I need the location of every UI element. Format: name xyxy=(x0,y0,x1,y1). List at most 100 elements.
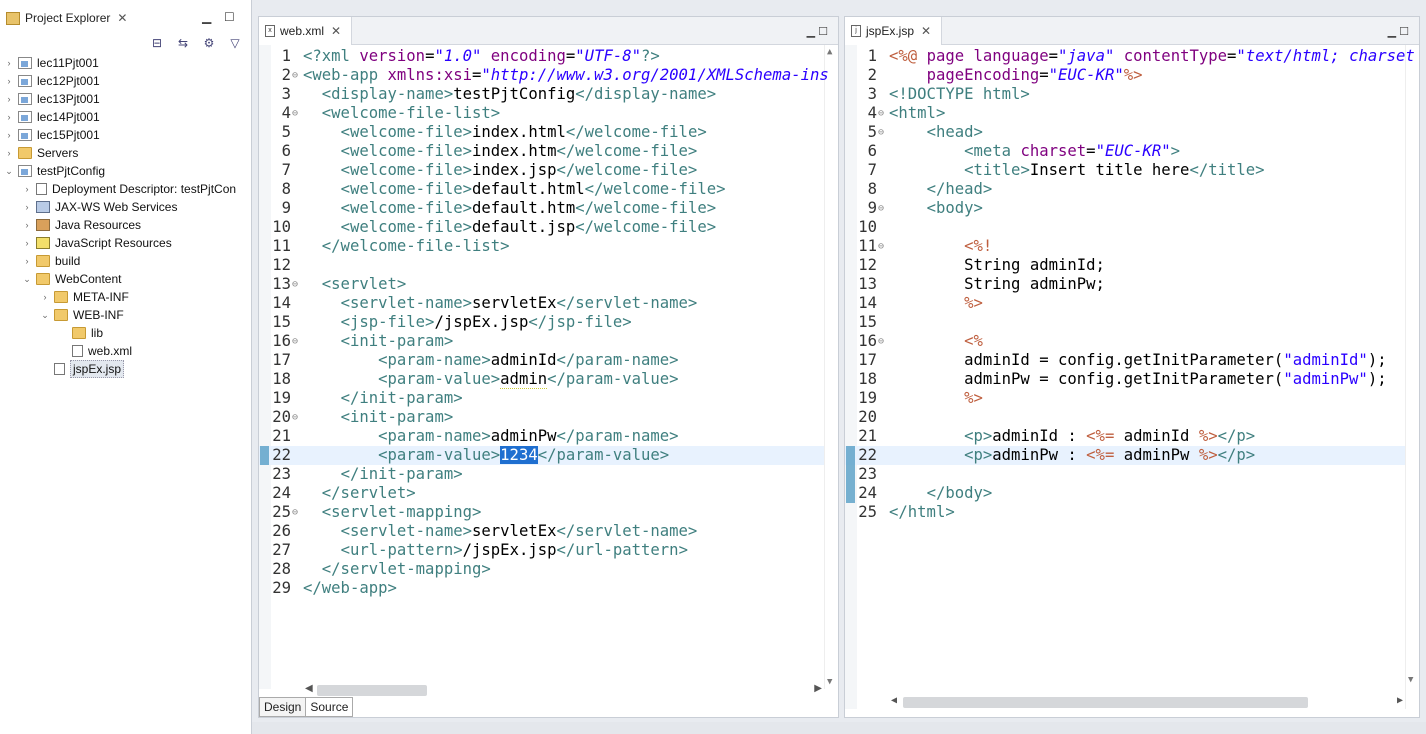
code-line[interactable]: 19 %> xyxy=(845,389,1405,408)
code-line[interactable]: 26 <servlet-name>servletEx</servlet-name… xyxy=(259,522,824,541)
minimize-icon[interactable]: ▁ xyxy=(202,10,211,24)
code-line[interactable]: 29 </web-app> xyxy=(259,579,824,598)
fold-toggle-icon[interactable]: ⊖ xyxy=(292,275,298,294)
code-line[interactable]: 5 <welcome-file>index.html</welcome-file… xyxy=(259,123,824,142)
tree-item[interactable]: lib xyxy=(0,324,252,342)
close-icon[interactable]: ✕ xyxy=(117,11,127,25)
fold-toggle-icon[interactable]: ⊖ xyxy=(878,332,884,351)
fold-toggle-icon[interactable]: ⊖ xyxy=(292,503,298,522)
code-line[interactable]: 4 ⊖ <html> xyxy=(845,104,1405,123)
code-line[interactable]: 7 <welcome-file>index.jsp</welcome-file> xyxy=(259,161,824,180)
code-line[interactable]: 21 <param-name>adminPw</param-name> xyxy=(259,427,824,446)
code-line[interactable]: 19 </init-param> xyxy=(259,389,824,408)
code-line[interactable]: 23 </init-param> xyxy=(259,465,824,484)
code-line[interactable]: 9 <welcome-file>default.htm</welcome-fil… xyxy=(259,199,824,218)
code-line[interactable]: 13 ⊖ <servlet> xyxy=(259,275,824,294)
code-line[interactable]: 11 ⊖ <%! xyxy=(845,237,1405,256)
chevron-right-icon[interactable]: › xyxy=(22,220,32,230)
fold-toggle-icon[interactable]: ⊖ xyxy=(878,237,884,256)
chevron-right-icon[interactable]: › xyxy=(4,112,14,122)
horizontal-scrollbar[interactable]: ◀ ▶ xyxy=(889,695,1405,709)
chevron-right-icon[interactable]: › xyxy=(4,58,14,68)
code-line[interactable]: 27 <url-pattern>/jspEx.jsp</url-pattern> xyxy=(259,541,824,560)
code-line[interactable]: 20 xyxy=(845,408,1405,427)
code-line[interactable]: 1 <%@ page language="java" contentType="t… xyxy=(845,47,1415,66)
code-line[interactable]: 6 <meta charset="EUC-KR"> xyxy=(845,142,1405,161)
tree-item[interactable]: › META-INF xyxy=(0,288,252,306)
scroll-down-icon[interactable]: ▼ xyxy=(827,677,832,687)
design-tab[interactable]: Design xyxy=(259,697,307,717)
chevron-down-icon[interactable]: ⌄ xyxy=(22,274,32,285)
fold-toggle-icon[interactable]: ⊖ xyxy=(292,332,298,351)
vertical-scrollbar[interactable]: ▼ xyxy=(1405,45,1419,709)
code-line[interactable]: 17 adminId = config.getInitParameter("ad… xyxy=(845,351,1405,370)
chevron-down-icon[interactable]: ⌄ xyxy=(40,310,50,321)
web-xml-tab[interactable]: x web.xml ✕ xyxy=(259,17,353,45)
code-line[interactable]: 16 ⊖ <% xyxy=(845,332,1405,351)
tree-item[interactable]: › lec15Pjt001 xyxy=(0,126,252,144)
code-line[interactable]: 24 </body> xyxy=(845,484,1405,503)
chevron-right-icon[interactable]: › xyxy=(4,94,14,104)
fold-toggle-icon[interactable]: ⊖ xyxy=(878,104,884,123)
code-line[interactable]: 24 </servlet> xyxy=(259,484,824,503)
fold-toggle-icon[interactable]: ⊖ xyxy=(878,123,884,142)
tree-item[interactable]: › Java Resources xyxy=(0,216,252,234)
scroll-left-icon[interactable]: ◀ xyxy=(891,695,897,706)
tree-item[interactable]: › Servers xyxy=(0,144,252,162)
chevron-right-icon[interactable]: › xyxy=(4,130,14,140)
code-area[interactable]: ▲ ▼ 1 <?xml version="1.0" encoding="UTF-8… xyxy=(259,45,838,689)
code-line[interactable]: 12 String adminId; xyxy=(845,256,1405,275)
code-line[interactable]: 6 <welcome-file>index.htm</welcome-file> xyxy=(259,142,824,161)
code-line[interactable]: 8 <welcome-file>default.html</welcome-fi… xyxy=(259,180,824,199)
code-line[interactable]: 14 %> xyxy=(845,294,1405,313)
chevron-right-icon[interactable]: › xyxy=(22,238,32,248)
tree-item[interactable]: › lec13Pjt001 xyxy=(0,90,252,108)
code-line[interactable]: 28 </servlet-mapping> xyxy=(259,560,824,579)
close-icon[interactable]: ✕ xyxy=(921,24,931,38)
chevron-right-icon[interactable]: › xyxy=(4,148,14,158)
fold-toggle-icon[interactable]: ⊖ xyxy=(292,66,298,85)
link-with-editor-icon[interactable]: ⇆ xyxy=(175,36,191,50)
fold-toggle-icon[interactable]: ⊖ xyxy=(292,104,298,123)
scroll-down-icon[interactable]: ▼ xyxy=(1408,675,1413,685)
collapse-all-icon[interactable]: ⊟ xyxy=(149,36,165,50)
code-line[interactable]: 20 ⊖ <init-param> xyxy=(259,408,824,427)
code-line[interactable]: 10 <welcome-file>default.jsp</welcome-fi… xyxy=(259,218,824,237)
tree-item[interactable]: ⌄ testPjtConfig xyxy=(0,162,252,180)
code-line[interactable]: 22 <p>adminPw : <%= adminPw %></p> xyxy=(845,446,1405,465)
code-line[interactable]: 15 xyxy=(845,313,1405,332)
code-line[interactable]: 16 ⊖ <init-param> xyxy=(259,332,824,351)
code-line[interactable]: 3 <!DOCTYPE html> xyxy=(845,85,1405,104)
scroll-up-icon[interactable]: ▲ xyxy=(827,47,832,57)
chevron-right-icon[interactable]: › xyxy=(4,76,14,86)
code-line[interactable]: 1 <?xml version="1.0" encoding="UTF-8"?> xyxy=(259,47,824,66)
code-line[interactable]: 21 <p>adminId : <%= adminId %></p> xyxy=(845,427,1405,446)
chevron-right-icon[interactable]: › xyxy=(22,256,32,266)
code-area[interactable]: ▼ ◀ ▶ 1 <%@ page language="java" contentT… xyxy=(845,45,1419,709)
tree-item[interactable]: web.xml xyxy=(0,342,252,360)
chevron-right-icon[interactable]: › xyxy=(22,184,32,194)
code-line[interactable]: 13 String adminPw; xyxy=(845,275,1405,294)
code-line[interactable]: 12 xyxy=(259,256,824,275)
code-line[interactable]: 18 adminPw = config.getInitParameter("ad… xyxy=(845,370,1405,389)
code-line[interactable]: 14 <servlet-name>servletEx</servlet-name… xyxy=(259,294,824,313)
tree-item[interactable]: › Deployment Descriptor: testPjtCon xyxy=(0,180,252,198)
tree-item[interactable]: ⌄ WebContent xyxy=(0,270,252,288)
chevron-right-icon[interactable]: › xyxy=(22,202,32,212)
code-line[interactable]: 10 xyxy=(845,218,1405,237)
code-line[interactable]: 9 ⊖ <body> xyxy=(845,199,1405,218)
maximize-icon[interactable]: ☐ xyxy=(224,10,235,24)
code-line[interactable]: 2 ⊖ <web-app xmlns:xsi="http://www.w3.org/… xyxy=(259,66,829,85)
tree-item[interactable]: jspEx.jsp xyxy=(0,360,252,378)
scroll-left-icon[interactable]: ◀ xyxy=(305,683,313,694)
tree-item[interactable]: › JavaScript Resources xyxy=(0,234,252,252)
chevron-down-icon[interactable]: ⌄ xyxy=(4,166,14,177)
fold-toggle-icon[interactable]: ⊖ xyxy=(292,408,298,427)
scroll-right-icon[interactable]: ▶ xyxy=(1397,695,1403,706)
code-line[interactable]: 23 xyxy=(845,465,1405,484)
horizontal-scrollbar[interactable]: ◀ ▶ xyxy=(303,683,824,697)
tree-item[interactable]: › build xyxy=(0,252,252,270)
filter-icon[interactable]: ⚙ xyxy=(201,36,217,50)
code-line[interactable]: 2 pageEncoding="EUC-KR"%> xyxy=(845,66,1405,85)
code-line[interactable]: 3 <display-name>testPjtConfig</display-n… xyxy=(259,85,824,104)
